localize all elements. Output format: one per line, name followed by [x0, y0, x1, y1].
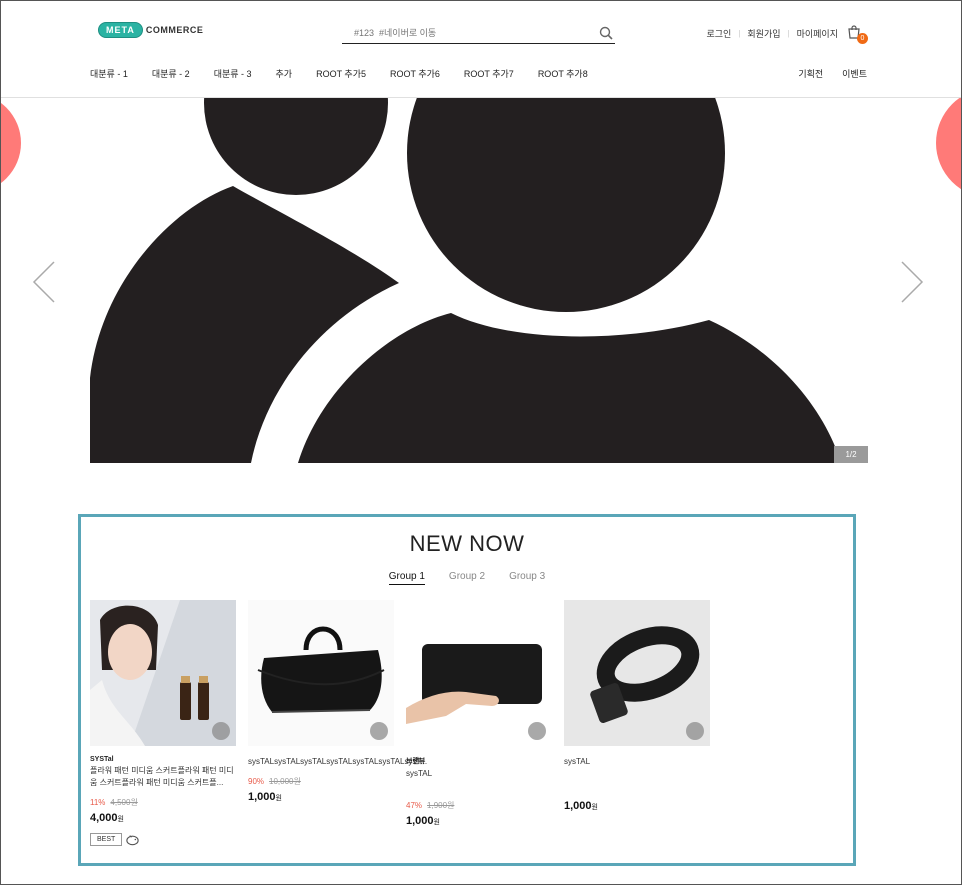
logo-text: COMMERCE: [145, 25, 204, 35]
search-bar: [342, 23, 615, 44]
piggy-bank-icon: [126, 835, 139, 846]
product-card[interactable]: 브랜뷰 sysTAL 47% 1,900원 1,000원: [406, 600, 552, 847]
discount-line: 47% 1,900원: [406, 800, 552, 811]
banner-prev-arrow-icon[interactable]: [32, 260, 56, 304]
discount-line: 11% 4,500원: [90, 797, 236, 808]
tab-group-3[interactable]: Group 3: [509, 571, 545, 585]
product-image[interactable]: [564, 600, 710, 746]
currency-unit: 원: [117, 816, 124, 823]
mypage-link[interactable]: 마이페이지: [790, 27, 845, 40]
site-header: META COMMERCE 로그인 | 회원가입 | 마이페이지 0 대분류 -…: [1, 1, 961, 98]
sale-price-value: 1,000: [248, 791, 276, 803]
search-input[interactable]: [342, 28, 599, 38]
product-card[interactable]: sysTALsysTALsysTALsysTALsysTALsysTALsysT…: [248, 600, 427, 847]
currency-unit: 원: [433, 819, 440, 826]
banner-pager: 1/2: [834, 446, 868, 463]
login-link[interactable]: 로그인: [699, 27, 738, 40]
new-now-section: NEW NOW Group 1 Group 2 Group 3 SYSTal 플…: [78, 514, 856, 866]
product-list: SYSTal 플라워 패턴 미디움 스커트플라워 패턴 미디움 스커트플라워 패…: [90, 600, 722, 847]
product-card[interactable]: sysTAL 1,000원: [564, 600, 710, 847]
cart-count-badge: 0: [857, 33, 868, 44]
nav-item-exhibition[interactable]: 기획전: [798, 67, 823, 80]
product-tags: BEST: [90, 832, 236, 847]
nav-item[interactable]: 추가: [276, 67, 293, 80]
banner-next-arrow-icon[interactable]: [900, 260, 924, 304]
nav-item[interactable]: 대분류 - 3: [214, 67, 252, 80]
sale-price-value: 1,000: [406, 815, 434, 827]
currency-unit: 원: [275, 795, 282, 802]
sale-price-value: 1,000: [564, 800, 592, 812]
product-image[interactable]: [90, 600, 236, 746]
special-nav: 기획전 이벤트: [779, 67, 867, 80]
search-icon[interactable]: [599, 26, 613, 40]
nav-item[interactable]: 대분류 - 2: [152, 67, 190, 80]
original-price: 4,500원: [110, 798, 138, 807]
product-name[interactable]: 플라워 패턴 미디움 스커트플라워 패턴 미디움 스커트플라워 패턴 미디움 스…: [90, 765, 236, 789]
product-image[interactable]: [248, 600, 394, 746]
discount-rate: 47%: [406, 801, 423, 810]
sale-price-value: 4,000: [90, 812, 118, 824]
discount-rate: 90%: [248, 777, 265, 786]
group-tabs: Group 1 Group 2 Group 3: [81, 571, 853, 585]
nav-item[interactable]: ROOT 추가8: [538, 67, 588, 80]
signup-link[interactable]: 회원가입: [740, 27, 787, 40]
currency-unit: 원: [591, 804, 598, 811]
best-badge: BEST: [90, 833, 123, 846]
main-banner[interactable]: 1/2: [1, 98, 961, 463]
product-card[interactable]: SYSTal 플라워 패턴 미디움 스커트플라워 패턴 미디움 스커트플라워 패…: [90, 600, 236, 847]
wishlist-heart-icon[interactable]: [528, 722, 546, 740]
sale-price: 1,000원: [406, 815, 552, 827]
nav-item-event[interactable]: 이벤트: [842, 67, 867, 80]
logo-badge: META: [98, 22, 143, 38]
banner-placeholder-image: [1, 98, 961, 463]
wishlist-heart-icon[interactable]: [686, 722, 704, 740]
product-brand: SYSTal: [90, 756, 114, 763]
nav-item[interactable]: ROOT 추가7: [464, 67, 514, 80]
discount-line: 90% 10,000원: [248, 776, 394, 787]
category-nav: 대분류 - 1 대분류 - 2 대분류 - 3 추가 ROOT 추가5 ROOT…: [90, 67, 612, 80]
sale-price: 1,000원: [564, 800, 710, 812]
site-logo[interactable]: META COMMERCE: [98, 22, 203, 38]
nav-item[interactable]: ROOT 추가6: [390, 67, 440, 80]
product-brand: 브랜뷰: [406, 758, 426, 765]
product-name[interactable]: sysTAL: [564, 756, 710, 768]
tab-group-2[interactable]: Group 2: [449, 571, 485, 585]
nav-item[interactable]: ROOT 추가5: [316, 67, 366, 80]
product-name[interactable]: sysTAL: [406, 768, 552, 780]
utility-menu: 로그인 | 회원가입 | 마이페이지 0: [699, 25, 868, 44]
sale-price: 1,000원: [248, 791, 394, 803]
product-name[interactable]: sysTALsysTALsysTALsysTALsysTALsysTALsysT…: [248, 756, 427, 768]
product-image[interactable]: [406, 600, 552, 746]
sale-price: 4,000원: [90, 812, 236, 824]
nav-item[interactable]: 대분류 - 1: [90, 67, 128, 80]
original-price: 10,000원: [269, 777, 301, 786]
section-title: NEW NOW: [409, 531, 525, 556]
tab-group-1[interactable]: Group 1: [388, 571, 425, 585]
wishlist-heart-icon[interactable]: [370, 722, 388, 740]
discount-rate: 11%: [90, 798, 106, 807]
original-price: 1,900원: [427, 801, 455, 810]
wishlist-heart-icon[interactable]: [212, 722, 230, 740]
cart-button[interactable]: 0: [847, 25, 868, 44]
